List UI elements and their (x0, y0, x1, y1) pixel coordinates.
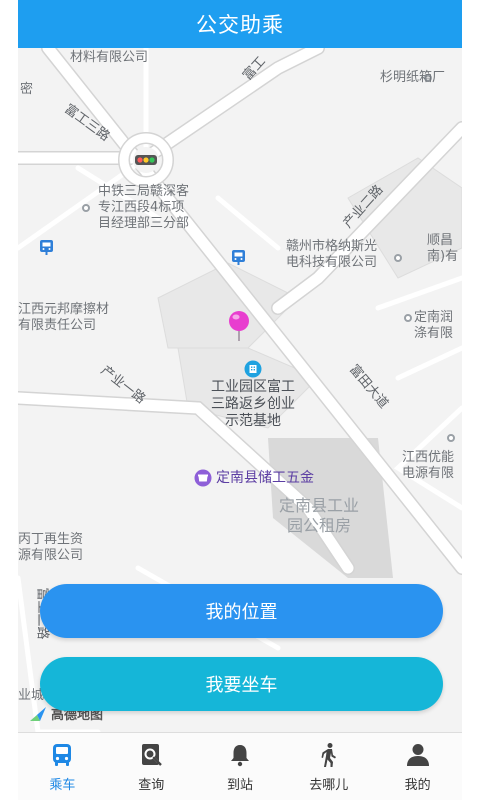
poi-label-2: 三路返乡创业 (211, 396, 295, 412)
bus-stop-icon[interactable] (232, 250, 245, 265)
map-label-genas-1: 赣州市格纳斯光 (286, 239, 378, 254)
map-label-paper-factory: 杉明纸箱厂 (380, 70, 446, 85)
search-icon (142, 744, 163, 766)
bottom-tab-bar: 乘车 查询 到站 去哪儿 我的 (18, 732, 462, 800)
page-title: 公交助乘 (196, 13, 284, 37)
app-screen: 公交助乘 材料有限公司 杉明纸箱厂 密 富工三路 富工 中铁三局赣深客 专江西段… (18, 0, 462, 800)
tab-mine[interactable]: 我的 (373, 733, 462, 800)
tab-destination[interactable]: 去哪儿 (284, 733, 373, 800)
poi-label-1: 工业园区富工 (211, 379, 295, 395)
map-label-rental-2: 园公租房 (286, 516, 351, 535)
map-label-dingnan-run-1: 定南润 (414, 310, 454, 325)
office-building-icon[interactable] (244, 360, 262, 378)
map-label-youneng-1: 江西优能 (402, 450, 455, 465)
app-header: 公交助乘 (18, 0, 462, 48)
map-label-youneng-2: 电源有限 (402, 466, 455, 481)
walking-icon (321, 743, 336, 767)
bus-stop-icon[interactable] (40, 240, 53, 255)
tab-arrival[interactable]: 到站 (196, 733, 285, 800)
tab-search-label: 查询 (138, 778, 165, 793)
tab-arrival-label: 到站 (226, 778, 253, 793)
map-label-shunchang-2: 南)有 (427, 249, 459, 264)
take-bus-button[interactable]: 我要坐车 (40, 657, 443, 711)
tab-mine-label: 我的 (404, 778, 431, 793)
shop-icon[interactable] (194, 469, 212, 487)
bus-icon (53, 744, 72, 766)
tab-destination-label: 去哪儿 (309, 778, 349, 793)
my-location-button[interactable]: 我的位置 (40, 584, 443, 638)
map-label-yuanbang-1: 江西元邦摩擦材 (18, 302, 110, 317)
map-label-crec-2: 专江西段4标项 (98, 200, 185, 215)
tab-ride-label: 乘车 (49, 778, 76, 793)
user-icon (406, 744, 429, 766)
map-label-yuanbang-2: 有限责任公司 (18, 318, 97, 333)
map-label-genas-2: 电科技有限公司 (286, 255, 378, 270)
tab-ride[interactable]: 乘车 (18, 733, 107, 800)
location-pin-icon[interactable] (228, 310, 250, 342)
map-label-shunchang-1: 顺昌 (427, 233, 454, 248)
tab-search[interactable]: 查询 (107, 733, 196, 800)
map-label-crec-3: 目经理部三分部 (98, 216, 190, 231)
map-label-bingding-2: 源有限公司 (18, 548, 84, 563)
bell-icon (230, 745, 249, 767)
map-label-crec-1: 中铁三局赣深客 (98, 184, 190, 199)
poi-label-3: 示范基地 (225, 413, 281, 429)
map-label-mi: 密 (20, 82, 34, 97)
amap-logo-icon (30, 706, 46, 721)
map-label-hardware: 定南县储工五金 (216, 470, 314, 486)
map-label-dingnan-run-2: 涤有限 (414, 326, 454, 341)
map-label-bingding-1: 丙丁再生资 (18, 532, 84, 547)
map-label-rental-1: 定南县工业 (278, 496, 359, 515)
map-label-company-top: 材料有限公司 (70, 50, 149, 65)
